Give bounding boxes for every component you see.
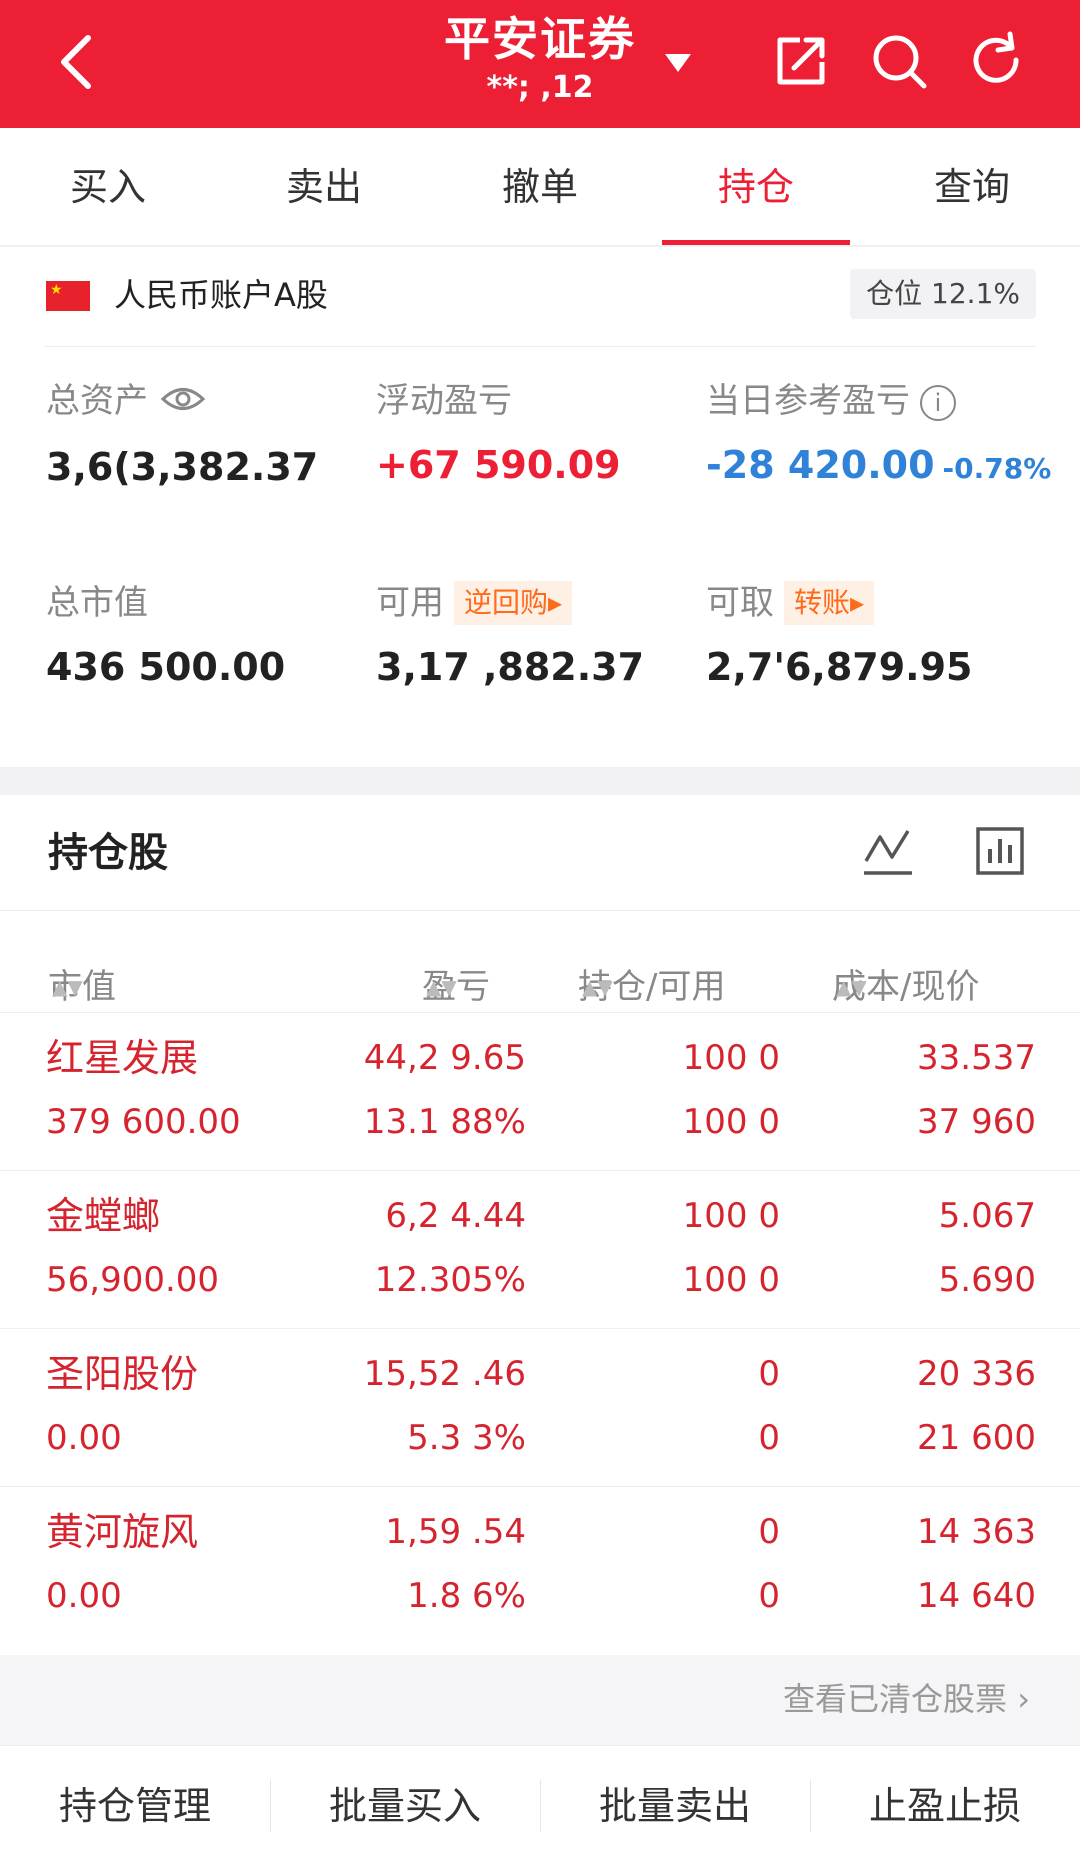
holding-row[interactable]: 黄河旋风 0.00 1,59 .54 1.8 6% 0 0 14 363 14 …: [0, 1487, 1080, 1645]
stock-cost: 5.067: [938, 1196, 1036, 1236]
today-pl-label: 当日参考盈亏: [706, 381, 910, 421]
eye-icon[interactable]: [160, 381, 206, 425]
today-pl: 当日参考盈亏 i -28 420.00 -0.78%: [706, 379, 1051, 495]
floating-pl-value: +67 590.09: [376, 443, 621, 487]
batch-sell-button[interactable]: 批量卖出: [540, 1746, 810, 1865]
transfer-button[interactable]: 转账▸: [784, 581, 875, 625]
stock-name: 红星发展: [46, 1036, 199, 1080]
stock-available: 100 0: [682, 1102, 780, 1142]
total-assets-label: 总资产: [46, 381, 148, 421]
stock-cost: 14 363: [917, 1512, 1036, 1552]
stock-market-value: 0.00: [46, 1418, 122, 1458]
withdrawable-value: 2,7'6,879.95: [706, 645, 973, 689]
trade-tabs: 买入 卖出 撤单 持仓 查询: [0, 128, 1080, 246]
stock-available: 100 0: [682, 1260, 780, 1300]
stock-pl-percent: 12.305%: [374, 1260, 526, 1300]
stock-position: 0: [758, 1354, 780, 1394]
holdings-column-headers: 市值 ▲▼ 盈亏 ▲▼ 持仓/可用 ▲▼ 成本/现价 ▲▼: [0, 911, 1080, 1013]
market-value: 总市值 436 500.00: [46, 581, 285, 693]
holding-row[interactable]: 圣阳股份 0.00 15,52 .46 5.3 3% 0 0 20 336 21…: [0, 1329, 1080, 1487]
holdings-header: 持仓股: [0, 795, 1080, 911]
account-selector[interactable]: ★ 人民币账户A股 仓位 12.1%: [44, 247, 1036, 347]
total-assets: 总资产 3,6(3,382.37: [46, 379, 318, 493]
market-value-value: 436 500.00: [46, 645, 286, 689]
stock-price: 14 640: [917, 1576, 1036, 1616]
search-icon[interactable]: [868, 30, 930, 92]
account-summary: ★ 人民币账户A股 仓位 12.1% 总资产 3,6(3,382.37 浮动盈亏…: [0, 247, 1080, 767]
stock-pl-percent: 5.3 3%: [407, 1418, 526, 1458]
stock-market-value: 379 600.00: [46, 1102, 241, 1142]
total-assets-value: 3,6(3,382.37: [46, 444, 319, 489]
cleared-stocks-bar: 查看已清仓股票 ›: [0, 1655, 1080, 1745]
stock-pl: 6,2 4.44: [385, 1196, 526, 1236]
today-pl-value: -28 420.00: [706, 443, 935, 487]
tab-sell[interactable]: 卖出: [216, 128, 432, 245]
position-management-button[interactable]: 持仓管理: [0, 1746, 270, 1865]
bar-chart-icon[interactable]: [974, 825, 1026, 877]
holdings-section: 持仓股 市值 ▲▼ 盈亏 ▲▼ 持仓/可用 ▲▼ 成本/现价 ▲▼ 红星发展 379 6…: [0, 795, 1080, 1655]
top-bar: 平安证券 **; ,12: [0, 0, 1080, 128]
stock-pl-percent: 13.1 88%: [363, 1102, 526, 1142]
china-flag-icon: ★: [46, 281, 90, 311]
stock-cost: 20 336: [917, 1354, 1036, 1394]
stock-pl: 1,59 .54: [385, 1512, 526, 1552]
batch-buy-button[interactable]: 批量买入: [270, 1746, 540, 1865]
take-profit-stop-loss-button[interactable]: 止盈止损: [810, 1746, 1080, 1865]
app-root: 平安证券 **; ,12 买入 卖出 撤单 持仓 查询 ★ 人民币账户A股 仓位…: [0, 0, 1080, 1865]
tab-cancel[interactable]: 撤单: [432, 128, 648, 245]
floating-pl: 浮动盈亏 +67 590.09: [376, 379, 621, 491]
today-pl-percent: -0.78%: [942, 452, 1052, 485]
tab-holdings[interactable]: 持仓: [648, 128, 864, 245]
withdrawable-funds: 可取 转账▸ 2,7'6,879.95: [706, 581, 972, 693]
line-chart-icon[interactable]: [862, 825, 914, 877]
stock-position: 100 0: [682, 1196, 780, 1236]
stock-pl: 15,52 .46: [363, 1354, 526, 1394]
holding-row[interactable]: 红星发展 379 600.00 44,2 9.65 13.1 88% 100 0…: [0, 1013, 1080, 1171]
stock-price: 21 600: [917, 1418, 1036, 1458]
tab-buy[interactable]: 买入: [0, 128, 216, 245]
stock-position: 100 0: [682, 1038, 780, 1078]
account-label: 人民币账户A股: [114, 276, 328, 314]
share-icon[interactable]: [770, 30, 832, 92]
sort-icon: ▲▼: [426, 975, 457, 999]
info-icon[interactable]: i: [920, 384, 956, 421]
sort-icon: ▲▼: [52, 975, 83, 999]
stock-market-value: 0.00: [46, 1576, 122, 1616]
holdings-title: 持仓股: [48, 830, 168, 876]
dropdown-caret-icon[interactable]: [663, 50, 693, 74]
stock-position: 0: [758, 1512, 780, 1552]
stock-price: 37 960: [917, 1102, 1036, 1142]
stock-pl: 44,2 9.65: [363, 1038, 526, 1078]
tab-query[interactable]: 查询: [864, 128, 1080, 245]
withdrawable-label: 可取: [706, 583, 774, 623]
stock-pl-percent: 1.8 6%: [407, 1576, 526, 1616]
sort-icon: ▲▼: [836, 975, 867, 999]
available-funds: 可用 逆回购▸ 3,17 ,882.37: [376, 581, 644, 693]
reverse-repo-button[interactable]: 逆回购▸: [454, 581, 573, 625]
stock-name: 金螳螂: [46, 1194, 161, 1238]
stock-market-value: 56,900.00: [46, 1260, 220, 1300]
market-value-label: 总市值: [46, 583, 148, 623]
bottom-action-bar: 持仓管理 批量买入 批量卖出 止盈止损: [0, 1745, 1080, 1865]
stock-name: 黄河旋风: [46, 1510, 199, 1554]
stock-available: 0: [758, 1576, 780, 1616]
floating-pl-label: 浮动盈亏: [376, 381, 512, 421]
stock-cost: 33.537: [917, 1038, 1036, 1078]
stock-name: 圣阳股份: [46, 1352, 199, 1396]
available-label: 可用: [376, 583, 444, 623]
holding-row[interactable]: 金螳螂 56,900.00 6,2 4.44 12.305% 100 0 100…: [0, 1171, 1080, 1329]
refresh-icon[interactable]: [966, 30, 1028, 92]
position-ratio-badge: 仓位 12.1%: [850, 269, 1036, 319]
available-value: 3,17 ,882.37: [376, 645, 645, 689]
stock-available: 0: [758, 1418, 780, 1458]
sort-icon: ▲▼: [582, 975, 613, 999]
stock-price: 5.690: [938, 1260, 1036, 1300]
view-cleared-stocks-link[interactable]: 查看已清仓股票 ›: [783, 1675, 1030, 1723]
